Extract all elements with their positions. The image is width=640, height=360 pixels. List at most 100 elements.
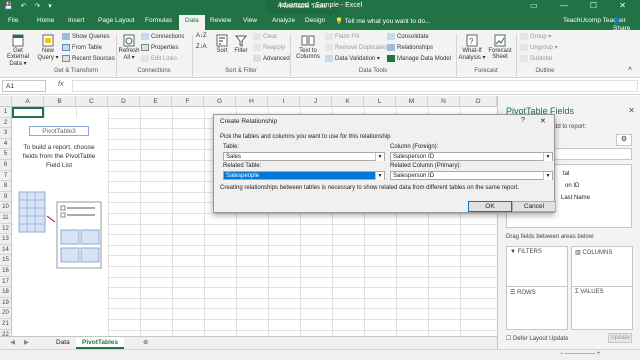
row-header[interactable]: 17 xyxy=(0,276,12,288)
row-header[interactable]: 16 xyxy=(0,266,12,277)
tab-review[interactable]: Review xyxy=(210,17,231,24)
recent-sources-button[interactable]: Recent Sources xyxy=(62,55,115,62)
sort-za-button[interactable]: Z↓A xyxy=(196,44,207,50)
subtotal-button[interactable]: Subtotal xyxy=(520,55,552,62)
help-icon[interactable]: ? xyxy=(521,117,525,124)
refresh-all-button[interactable]: Refresh All ▾ xyxy=(118,34,140,61)
row-header[interactable]: 11 xyxy=(0,213,12,224)
update-button[interactable]: Update xyxy=(608,333,632,343)
column-header[interactable]: E xyxy=(140,96,172,107)
remove-duplicates-button[interactable]: Remove Duplicates xyxy=(325,44,387,51)
column-header[interactable]: G xyxy=(204,96,236,107)
column-header[interactable]: L xyxy=(364,96,396,107)
column-header[interactable]: M xyxy=(396,96,428,107)
column-header[interactable]: D xyxy=(108,96,140,107)
related-table-select[interactable]: Salespeople ▼ xyxy=(223,171,385,180)
text-to-columns-button[interactable]: Text to Columns xyxy=(293,34,323,60)
name-box[interactable]: A1 xyxy=(2,80,46,92)
consolidate-button[interactable]: Consolidate xyxy=(387,33,429,40)
forecast-sheet-button[interactable]: Forecast Sheet xyxy=(487,34,513,60)
tell-me-search[interactable]: 💡 Tell me what you want to do... xyxy=(335,17,430,25)
tab-page-layout[interactable]: Page Layout xyxy=(98,17,135,24)
properties-button[interactable]: Properties xyxy=(141,44,178,51)
column-header[interactable]: O xyxy=(460,96,497,107)
row-header[interactable]: 19 xyxy=(0,297,12,309)
row-header[interactable]: 18 xyxy=(0,287,12,298)
column-header[interactable]: K xyxy=(332,96,364,107)
column-header[interactable]: J xyxy=(300,96,332,107)
advanced-button[interactable]: Advanced xyxy=(253,55,290,62)
window-controls[interactable]: ▭ — ☐ ✕ xyxy=(530,1,636,10)
flash-fill-button[interactable]: Flash Fill xyxy=(325,33,359,40)
row-header[interactable]: 20 xyxy=(0,308,12,319)
row-header[interactable]: 3 xyxy=(0,128,12,139)
close-icon[interactable]: ✕ xyxy=(540,117,546,125)
row-header[interactable]: 4 xyxy=(0,138,12,150)
row-header[interactable]: 12 xyxy=(0,223,12,235)
tab-data[interactable]: Data xyxy=(179,15,205,30)
row-header[interactable]: 15 xyxy=(0,255,12,266)
related-column-select[interactable]: Salesperson ID ▼ xyxy=(390,171,553,180)
selected-cell[interactable] xyxy=(12,107,44,118)
clear-button[interactable]: Clear xyxy=(253,33,277,40)
sheet-tab-data[interactable]: Data xyxy=(50,337,76,349)
select-all-corner[interactable] xyxy=(0,96,12,107)
row-header[interactable]: 5 xyxy=(0,149,12,160)
column-header[interactable]: C xyxy=(76,96,108,107)
row-header[interactable]: 14 xyxy=(0,244,12,256)
data-validation-button[interactable]: Data Validation ▾ xyxy=(325,55,380,62)
row-header[interactable]: 6 xyxy=(0,160,12,171)
row-header[interactable]: 10 xyxy=(0,202,12,213)
pivot-placeholder[interactable]: PivotTable3 To build a report, choose fi… xyxy=(13,118,107,335)
columns-area[interactable]: ▥ COLUMNS xyxy=(571,246,633,290)
row-header[interactable]: 2 xyxy=(0,117,12,129)
values-area[interactable]: Σ VALUES xyxy=(571,286,633,330)
from-table-button[interactable]: From Table xyxy=(62,44,102,51)
relationships-button[interactable]: Relationships xyxy=(387,44,433,51)
column-header[interactable]: I xyxy=(268,96,300,107)
ungroup-button[interactable]: Ungroup ▾ xyxy=(520,44,558,51)
tab-analyze[interactable]: Analyze xyxy=(272,17,295,24)
rows-area[interactable]: ☰ ROWS xyxy=(506,286,568,330)
what-if-analysis-button[interactable]: ? What-If Analysis ▾ xyxy=(458,34,486,61)
ok-button[interactable]: OK xyxy=(468,201,512,212)
column-header[interactable]: B xyxy=(44,96,76,107)
reapply-button[interactable]: Reapply xyxy=(253,44,285,51)
sheet-tab-pivottables[interactable]: PivotTables xyxy=(76,337,125,349)
sheet-nav-next[interactable]: ▶ xyxy=(18,337,35,349)
manage-data-model-button[interactable]: Manage Data Model xyxy=(387,55,451,62)
add-sheet-button[interactable]: ⊕ xyxy=(137,337,154,349)
tab-formulas[interactable]: Formulas xyxy=(145,17,172,24)
row-header[interactable]: 21 xyxy=(0,319,12,330)
sort-az-button[interactable]: A↓Z xyxy=(196,33,207,39)
new-query-button[interactable]: New Query ▾ xyxy=(36,34,60,61)
cancel-button[interactable]: Cancel xyxy=(512,201,556,212)
formula-input[interactable] xyxy=(72,80,638,92)
tab-design[interactable]: Design xyxy=(305,17,325,24)
close-icon[interactable]: ✕ xyxy=(628,106,635,115)
column-header[interactable]: N xyxy=(428,96,460,107)
sort-button[interactable]: Sort xyxy=(213,34,231,54)
column-foreign-select[interactable]: Salesperson ID ▼ xyxy=(390,152,553,161)
tab-home[interactable]: Home xyxy=(37,17,54,24)
column-header[interactable]: A xyxy=(12,96,44,107)
row-header[interactable]: 8 xyxy=(0,181,12,192)
filter-button[interactable]: Filter xyxy=(232,34,250,54)
edit-links-button[interactable]: Edit Links xyxy=(141,55,177,62)
group-button[interactable]: Group ▾ xyxy=(520,33,551,40)
filters-area[interactable]: ▼ FILTERS xyxy=(506,246,568,290)
tab-insert[interactable]: Insert xyxy=(68,17,84,24)
column-header[interactable]: F xyxy=(172,96,204,107)
defer-layout-checkbox[interactable]: ☐ Defer Layout Update xyxy=(506,335,568,342)
row-header[interactable]: 9 xyxy=(0,191,12,203)
show-queries-button[interactable]: Show Queries xyxy=(62,33,110,40)
collapse-ribbon-icon[interactable]: ˄ xyxy=(628,66,632,73)
connections-button[interactable]: Connections xyxy=(141,33,184,40)
function-icon[interactable]: fx xyxy=(58,81,63,88)
row-header[interactable]: 7 xyxy=(0,170,12,182)
column-header[interactable]: H xyxy=(236,96,268,107)
gear-icon[interactable]: ⚙ xyxy=(616,134,632,146)
row-header[interactable]: 1 xyxy=(0,107,12,118)
tab-view[interactable]: View xyxy=(243,17,257,24)
zoom-slider[interactable]: − ─────── + xyxy=(560,351,600,357)
